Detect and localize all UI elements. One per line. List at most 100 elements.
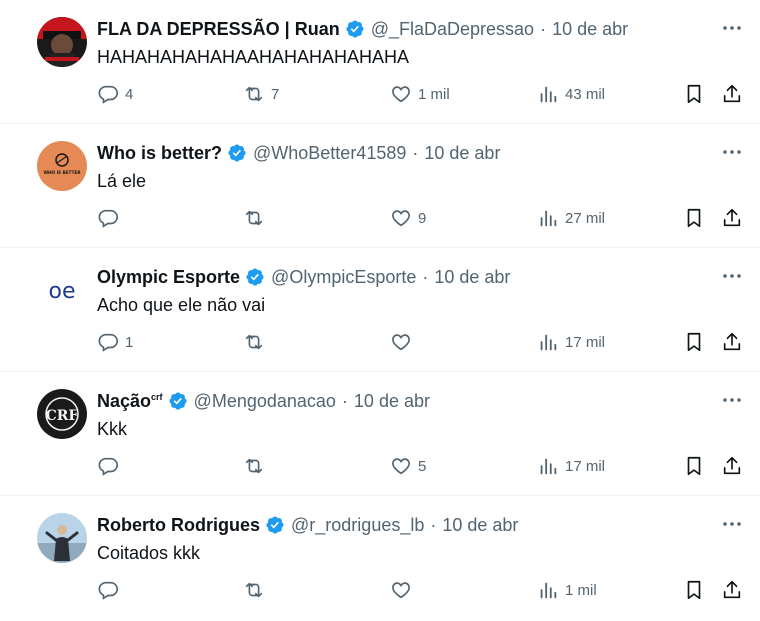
retweet-icon — [245, 86, 263, 102]
tweet-date[interactable]: 10 de abr — [354, 391, 430, 412]
share-icon — [723, 208, 741, 227]
views-count: 17 mil — [565, 457, 606, 475]
tweet-date[interactable]: 10 de abr — [552, 19, 628, 40]
avatar-text: CRF — [46, 408, 79, 424]
views-button[interactable]: 43 mil — [537, 83, 605, 105]
bookmark-icon — [687, 208, 701, 228]
share-button[interactable] — [721, 455, 743, 477]
tweet-header: Olympic Esporte @OlympicEsporte · 10 de … — [97, 266, 511, 288]
like-icon — [392, 210, 410, 227]
author-handle[interactable]: @r_rodrigues_lb — [291, 515, 424, 536]
tweet-header: Naçãocrf @Mengodanacao · 10 de abr — [97, 390, 430, 412]
views-icon — [540, 458, 557, 475]
action-bar: 5 17 mil — [97, 455, 747, 477]
share-icon — [723, 456, 741, 475]
avatar[interactable]: WHO IS BETTER — [37, 141, 87, 191]
tweet[interactable]: CRF Naçãocrf @Mengodanacao · 10 de abr K… — [0, 372, 760, 496]
verified-badge-icon — [346, 20, 364, 38]
tweet[interactable]: FLA DA DEPRESSÃO | Ruan @_FlaDaDepressao… — [0, 0, 760, 124]
views-button[interactable]: 17 mil — [537, 455, 605, 477]
bookmark-button[interactable] — [683, 331, 705, 353]
tweet-date[interactable]: 10 de abr — [442, 515, 518, 536]
share-button[interactable] — [721, 331, 743, 353]
tweet-text: Acho que ele não vai — [97, 295, 266, 315]
views-button[interactable]: 17 mil — [537, 331, 605, 353]
avatar[interactable]: oe — [37, 265, 87, 315]
like-icon — [392, 86, 410, 103]
bookmark-button[interactable] — [683, 83, 705, 105]
more-icon[interactable] — [722, 392, 742, 408]
author-handle[interactable]: @WhoBetter41589 — [253, 143, 406, 164]
tweet-header: FLA DA DEPRESSÃO | Ruan @_FlaDaDepressao… — [97, 18, 629, 40]
reply-button[interactable]: 1 — [97, 331, 133, 353]
author-name[interactable]: Naçãocrf — [97, 391, 163, 412]
name-superscript: crf — [151, 391, 163, 402]
more-icon[interactable] — [722, 20, 742, 36]
views-count: 1 mil — [565, 581, 597, 599]
avatar[interactable] — [37, 17, 87, 67]
author-name[interactable]: FLA DA DEPRESSÃO | Ruan — [97, 19, 340, 40]
like-button[interactable] — [390, 579, 418, 601]
share-button[interactable] — [721, 83, 743, 105]
author-handle[interactable]: @OlympicEsporte — [271, 267, 416, 288]
retweet-button[interactable] — [243, 207, 271, 229]
retweet-icon — [245, 458, 263, 474]
share-button[interactable] — [721, 207, 743, 229]
author-name[interactable]: Roberto Rodrigues — [97, 515, 260, 536]
verified-badge-icon — [169, 392, 187, 410]
more-icon[interactable] — [722, 516, 742, 532]
like-button[interactable] — [390, 331, 418, 353]
author-handle[interactable]: @_FlaDaDepressao — [371, 19, 534, 40]
bookmark-icon — [687, 332, 701, 352]
views-button[interactable]: 27 mil — [537, 207, 605, 229]
bookmark-button[interactable] — [683, 207, 705, 229]
tweet-header: Roberto Rodrigues @r_rodrigues_lb · 10 d… — [97, 514, 519, 536]
bookmark-button[interactable] — [683, 455, 705, 477]
author-name[interactable]: Olympic Esporte — [97, 267, 240, 288]
retweet-count: 7 — [271, 85, 280, 103]
bookmark-icon — [687, 580, 701, 600]
share-icon — [723, 84, 741, 103]
retweet-button[interactable] — [243, 579, 271, 601]
replies-feed: FLA DA DEPRESSÃO | Ruan @_FlaDaDepressao… — [0, 0, 760, 621]
retweet-button[interactable] — [243, 455, 271, 477]
tweet[interactable]: WHO IS BETTER Who is better? @WhoBetter4… — [0, 124, 760, 248]
like-button[interactable]: 5 — [390, 455, 426, 477]
tweet-text: Lá ele — [97, 171, 147, 191]
share-button[interactable] — [721, 579, 743, 601]
like-button[interactable]: 1 mil — [390, 83, 450, 105]
tweet-header: Who is better? @WhoBetter41589 · 10 de a… — [97, 142, 501, 164]
reply-button[interactable] — [97, 207, 125, 229]
reply-count: 1 — [125, 333, 134, 351]
views-icon — [540, 334, 557, 351]
author-name[interactable]: Who is better? — [97, 143, 222, 164]
more-icon[interactable] — [722, 144, 742, 160]
tweet-date[interactable]: 10 de abr — [424, 143, 500, 164]
avatar-text: WHO IS BETTER — [43, 170, 81, 175]
tweet[interactable]: oe Olympic Esporte @OlympicEsporte · 10 … — [0, 248, 760, 372]
like-icon — [392, 334, 410, 351]
tweet-date[interactable]: 10 de abr — [434, 267, 510, 288]
like-button[interactable]: 9 — [390, 207, 426, 229]
reply-button[interactable] — [97, 455, 125, 477]
verified-badge-icon — [228, 144, 246, 162]
views-button[interactable]: 1 mil — [537, 579, 597, 601]
retweet-button[interactable] — [243, 331, 271, 353]
reply-icon — [98, 85, 118, 104]
tweet-text: Kkk — [97, 419, 128, 439]
bookmark-icon — [687, 456, 701, 476]
reply-button[interactable]: 4 — [97, 83, 133, 105]
verified-badge-icon — [266, 516, 284, 534]
like-icon — [392, 458, 410, 475]
bookmark-button[interactable] — [683, 579, 705, 601]
retweet-button[interactable]: 7 — [243, 83, 279, 105]
tweet[interactable]: Roberto Rodrigues @r_rodrigues_lb · 10 d… — [0, 496, 760, 620]
action-bar: 1 mil — [97, 579, 747, 601]
author-handle[interactable]: @Mengodanacao — [194, 391, 336, 412]
more-icon[interactable] — [722, 268, 742, 284]
avatar[interactable]: CRF — [37, 389, 87, 439]
avatar[interactable] — [37, 513, 87, 563]
reply-button[interactable] — [97, 579, 125, 601]
share-icon — [723, 580, 741, 599]
views-count: 27 mil — [565, 209, 606, 227]
